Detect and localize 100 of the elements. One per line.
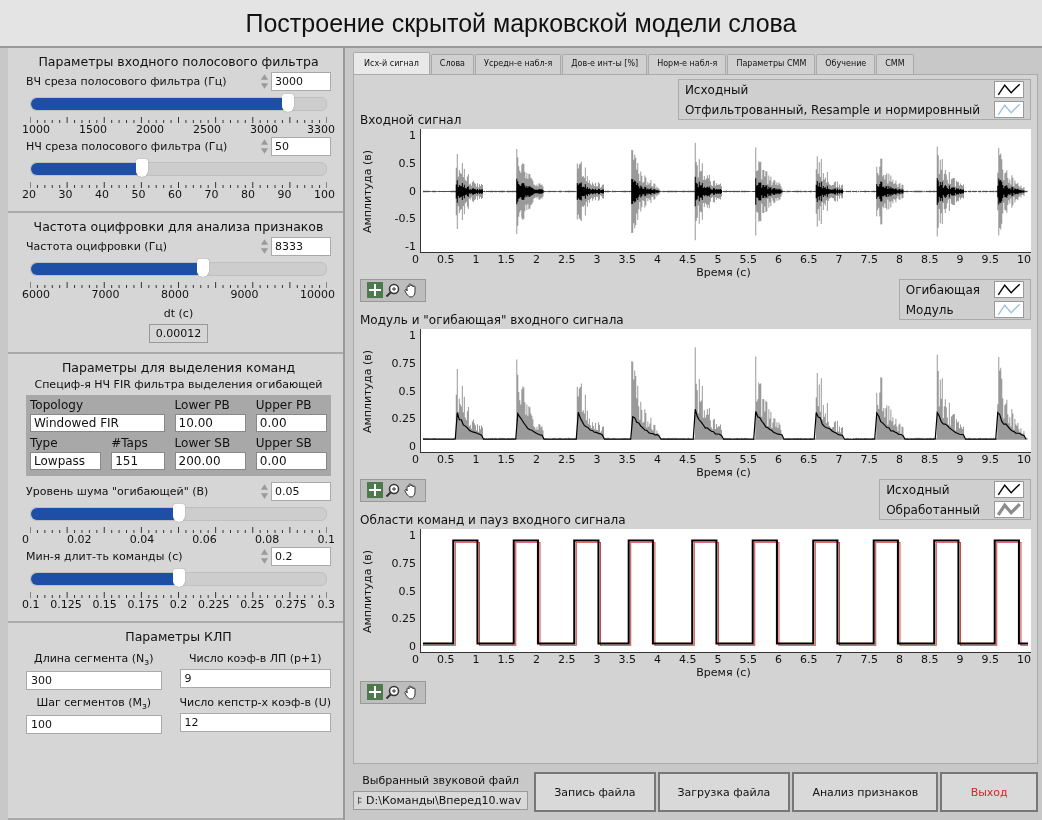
zoom-icon[interactable] (385, 482, 401, 498)
hand-icon[interactable] (403, 282, 419, 298)
slider-track[interactable] (30, 262, 327, 276)
value-field[interactable]: Lowpass (30, 452, 102, 470)
legend-label: Модуль (905, 302, 954, 317)
tick-label: 6 (775, 653, 782, 666)
axis-title: Амплитуда (в) (361, 549, 375, 633)
slider-track[interactable] (30, 572, 327, 586)
numeric-field[interactable]: 0.05 (271, 482, 331, 501)
value-field[interactable]: 0.00 (255, 452, 327, 470)
tick-label: 9 (956, 653, 964, 666)
path-field[interactable]: D:\Команды\Вперед10.wav (353, 791, 529, 810)
scale-label: 1500 (79, 123, 107, 136)
scale-label: 0.08 (254, 533, 280, 546)
numeric-field[interactable]: 3000 (271, 72, 331, 91)
slider-label: Мин-я длит-ть команды (с) (26, 550, 183, 563)
tab[interactable]: Слова (430, 54, 474, 74)
hand-icon[interactable] (403, 482, 419, 498)
scale-label: 20 (22, 188, 36, 201)
tab[interactable]: Норм-е набл-я (648, 54, 727, 74)
value-field[interactable]: 0.00 (255, 414, 327, 432)
tick-label: 2.5 (558, 653, 576, 666)
hand-icon[interactable] (403, 684, 419, 700)
slider-track[interactable] (30, 162, 327, 176)
tab[interactable]: Исх-й сигнал (353, 52, 430, 74)
numeric-field[interactable]: 8333 (271, 237, 331, 256)
tick-label: 4 (654, 453, 661, 466)
slider-label: ВЧ среза полосового фильтра (Гц) (26, 75, 227, 88)
value-field[interactable]: 151 (111, 452, 165, 470)
action-button[interactable]: Загрузка файла (657, 772, 791, 812)
tick-label: 1.5 (497, 253, 515, 266)
tick-label: 2 (533, 653, 540, 666)
legend-label: Отфильтрованный, Resample и нормировнный (684, 102, 980, 117)
numeric-field[interactable]: 0.2 (271, 547, 331, 566)
tick-label: 6.5 (800, 653, 818, 666)
crosshair-icon[interactable] (367, 684, 383, 700)
section-heading: Частота оцифровки для анализа признаков (32, 219, 325, 234)
value-field[interactable]: 300 (26, 671, 162, 691)
tick-label: 0 (412, 253, 419, 266)
legend-label: Огибающая (905, 282, 980, 297)
slider-label: Уровень шума "огибающей" (В) (26, 485, 209, 498)
tick-label: 4.5 (679, 253, 697, 266)
axis-title: Амплитуда (в) (361, 349, 375, 433)
tab[interactable]: Обучение (816, 54, 876, 74)
scale-label: 0.1 (22, 598, 40, 611)
tick-label: 7 (835, 253, 843, 266)
slider-track[interactable] (30, 97, 327, 111)
crosshair-icon[interactable] (367, 482, 383, 498)
tab[interactable]: Дов-е инт-ы [%] (562, 54, 648, 74)
scale-label: 0.175 (127, 598, 160, 611)
tick-label: 0.5 (437, 453, 455, 466)
value-field[interactable]: 200.00 (174, 452, 246, 470)
scale-label: 8000 (161, 288, 189, 301)
tick-label: 6 (775, 253, 782, 266)
tick-label: 5.5 (739, 653, 757, 666)
slider-track[interactable] (30, 507, 327, 521)
field-label: Upper SB (255, 436, 313, 450)
tick-label: 2.5 (558, 253, 576, 266)
value-field[interactable]: 12 (179, 713, 331, 733)
action-button[interactable]: Запись файла (534, 772, 656, 812)
tab[interactable]: Усредн-е набл-я (475, 54, 562, 74)
field-label: Upper PB (255, 398, 313, 412)
tick-label: 5.5 (739, 453, 757, 466)
value-field[interactable]: 10.00 (174, 414, 246, 432)
scale-label: 80 (241, 188, 255, 201)
tick-label: 6.5 (800, 253, 818, 266)
browse-icon[interactable] (357, 795, 363, 806)
zoom-icon[interactable] (385, 282, 401, 298)
tick-label: 6 (775, 453, 782, 466)
tick-label: 10 (1017, 653, 1031, 666)
field-label: Длина сегмента (N$_{з}$) (34, 652, 154, 668)
tab[interactable]: Параметры СММ (727, 54, 816, 74)
crosshair-icon[interactable] (367, 282, 383, 298)
tick-label: 3 (593, 653, 601, 666)
tick-label: 5 (714, 453, 722, 466)
tick-label: 1.5 (497, 653, 515, 666)
file-label: Выбранный звуковой файл (362, 774, 520, 787)
graph-title: Входной сигнал (360, 113, 463, 127)
scale-label: 0.275 (275, 598, 307, 611)
action-button[interactable]: Анализ признаков (792, 772, 939, 812)
field-label: #Taps (111, 436, 149, 450)
value-field[interactable]: 100 (26, 715, 162, 735)
scale-label: 0.15 (92, 598, 117, 611)
section-heading: Параметры для выделения команд (60, 360, 297, 375)
zoom-icon[interactable] (385, 684, 401, 700)
tick-label: 9.5 (981, 653, 999, 666)
value-field[interactable]: Windowed FIR (30, 414, 165, 432)
scale-label: 0.3 (317, 598, 335, 611)
tab[interactable]: СММ (876, 54, 914, 74)
axis-title: Время (с) (696, 266, 751, 279)
value-field[interactable]: 9 (179, 669, 331, 688)
field-label: Число кепстр-х коэф-в (U) (179, 696, 331, 710)
tick-label: 7 (835, 453, 843, 466)
tick-label: 9 (956, 253, 964, 266)
tick-label: 9.5 (981, 253, 999, 266)
scale-label: 0.06 (192, 533, 217, 546)
numeric-field[interactable]: 50 (271, 137, 331, 156)
readout-field: 0.00012 (148, 324, 209, 343)
graph-title: Области команд и пауз входного сигнала (360, 513, 627, 527)
scale-label: 0.225 (197, 598, 230, 611)
